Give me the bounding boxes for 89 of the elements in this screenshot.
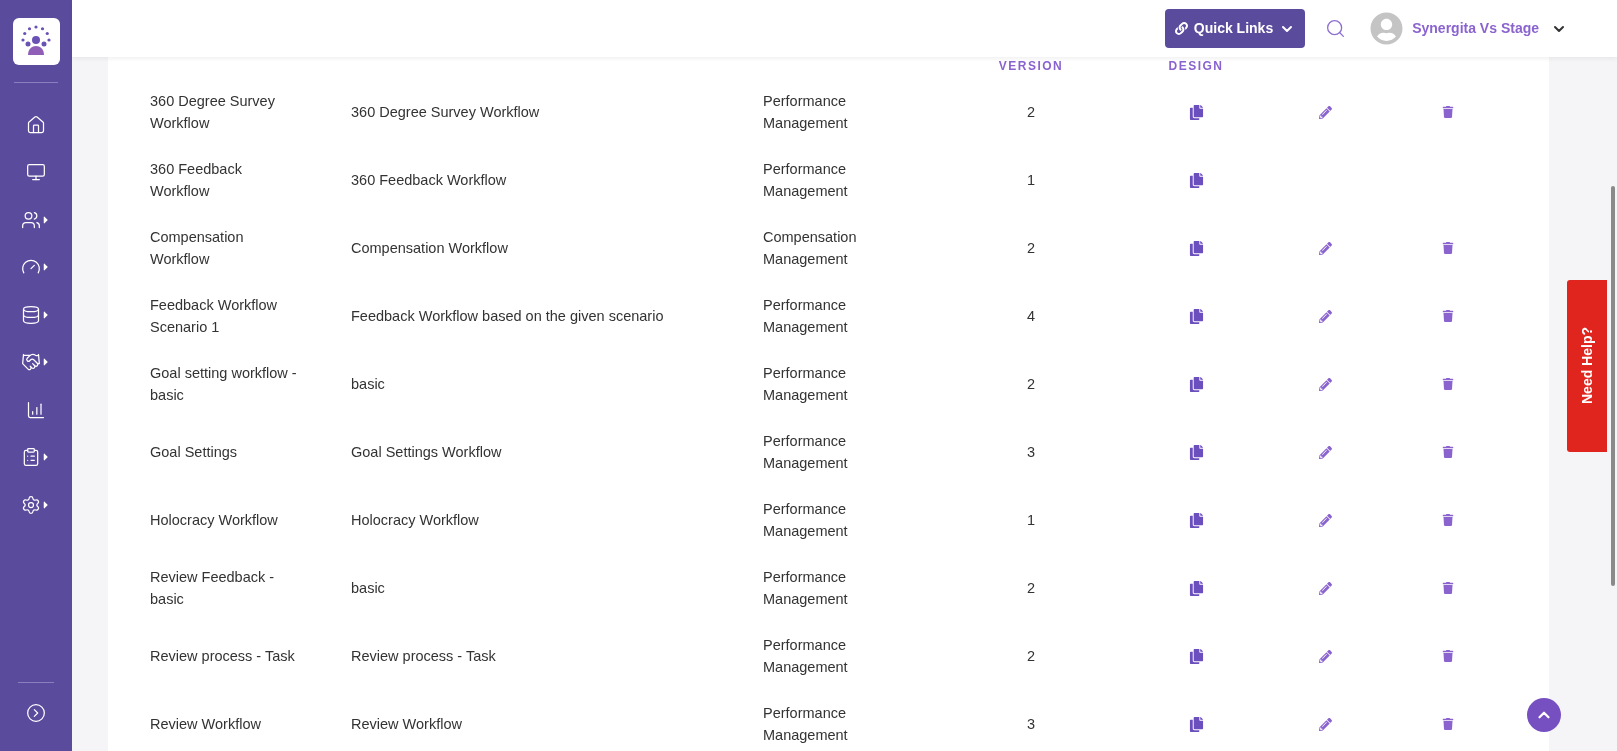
table-cell-text: Performance Management [763,500,849,541]
table-cell: 2 [1026,104,1036,120]
table-cell: 360 Degree Survey Workflow [351,104,540,120]
table-cell-text: Feedback Workflow Scenario 1 [150,296,279,337]
sidebar-item[interactable] [26,114,46,135]
delete-icon[interactable] [1442,310,1454,322]
table-cell-text: Performance Management [763,568,849,609]
delete-icon[interactable] [1442,446,1454,458]
edit-icon[interactable] [1318,513,1332,527]
search-icon[interactable] [1325,18,1347,39]
expand-icon[interactable] [26,703,46,723]
table-cell: 1 [1026,512,1036,528]
table-cell-text: Goal setting workflow - basic [150,364,298,405]
table-cell-text: Performance Management [763,92,849,133]
table-cell: 3 [1026,716,1036,732]
table-cell-text: Performance Management [763,364,849,405]
edit-icon[interactable] [1318,717,1332,731]
quick-links-button[interactable]: Quick Links [1164,9,1306,48]
scroll-top-button[interactable] [1527,698,1561,732]
scrollbar-thumb[interactable] [1611,186,1615,586]
table-cell: basic [351,376,385,392]
table-cell: 2 [1026,648,1036,664]
link-icon [1174,22,1188,35]
monitor-icon [26,162,46,183]
settings-icon [20,494,41,515]
table-cell: 2 [1026,376,1036,392]
table-cell-text: Performance Management [763,704,849,745]
edit-icon[interactable] [1318,649,1332,663]
delete-icon[interactable] [1442,514,1454,526]
delete-icon[interactable] [1442,378,1454,390]
table-cell: basic [351,580,385,596]
column-header: DESIGN [1168,59,1224,73]
need-help-tab[interactable]: Need Help? [1567,280,1607,452]
table-cell: 2 [1026,580,1036,596]
delete-icon[interactable] [1442,718,1454,730]
table-cell: Goal Settings Workflow [351,444,502,460]
delete-icon[interactable] [1442,106,1454,118]
table-cell: Compensation Workflow [351,240,508,256]
table-cell-text: 360 Degree Survey Workflow [150,92,276,133]
table-cell: 360 Feedback Workflow [351,172,507,188]
copy-icon[interactable] [1188,104,1204,120]
edit-icon[interactable] [1318,377,1332,391]
table-cell: Holocracy Workflow [351,512,479,528]
edit-icon[interactable] [1318,105,1332,119]
table-cell-text: Review Feedback - basic [150,568,276,609]
table-cell: 3 [1026,444,1036,460]
copy-icon[interactable] [1188,172,1204,188]
table-cell-text: Goal Settings [150,443,239,462]
table-cell-text: Review process - Task [150,647,296,666]
table-cell-text: Performance Management [763,160,849,201]
copy-icon[interactable] [1188,308,1204,324]
table-cell: 1 [1026,172,1036,188]
table-cell-text: Review Workflow [150,715,262,734]
copy-icon[interactable] [1188,240,1204,256]
home-icon [26,114,46,135]
bar-chart-icon [26,399,46,420]
table-cell: 2 [1026,240,1036,256]
table-cell: Review process - Task [351,648,496,664]
table-cell: Review Workflow [351,716,462,732]
database-icon [20,304,41,325]
sidebar-item[interactable] [26,162,46,183]
table-cell: 4 [1026,308,1036,324]
table-cell: Feedback Workflow based on the given scenario [351,308,664,324]
edit-icon[interactable] [1318,445,1332,459]
sidebar-item[interactable] [26,399,46,420]
copy-icon[interactable] [1188,580,1204,596]
copy-icon[interactable] [1188,444,1204,460]
delete-icon[interactable] [1442,650,1454,662]
copy-icon[interactable] [1188,376,1204,392]
edit-icon[interactable] [1318,309,1332,323]
copy-icon[interactable] [1188,716,1204,732]
delete-icon[interactable] [1442,242,1454,254]
edit-icon[interactable] [1318,581,1332,595]
column-header: VERSION [998,59,1064,73]
copy-icon[interactable] [1188,512,1204,528]
table-cell-text: Compensation Management [763,228,858,269]
table-cell-text: Performance Management [763,636,849,677]
user-name[interactable]: Synergita Vs Stage [1412,18,1539,39]
table-cell-text: 360 Feedback Workflow [150,160,243,201]
logo-icon[interactable] [12,18,60,65]
edit-icon[interactable] [1318,241,1332,255]
table-cell-text: Performance Management [763,432,849,473]
table-cell-text: Compensation Workflow [150,228,245,269]
delete-icon[interactable] [1442,582,1454,594]
copy-icon[interactable] [1188,648,1204,664]
users-icon [20,209,41,230]
table-cell-text: Holocracy Workflow [150,511,279,530]
handshake-icon [20,352,41,373]
table-cell-text: Performance Management [763,296,849,337]
